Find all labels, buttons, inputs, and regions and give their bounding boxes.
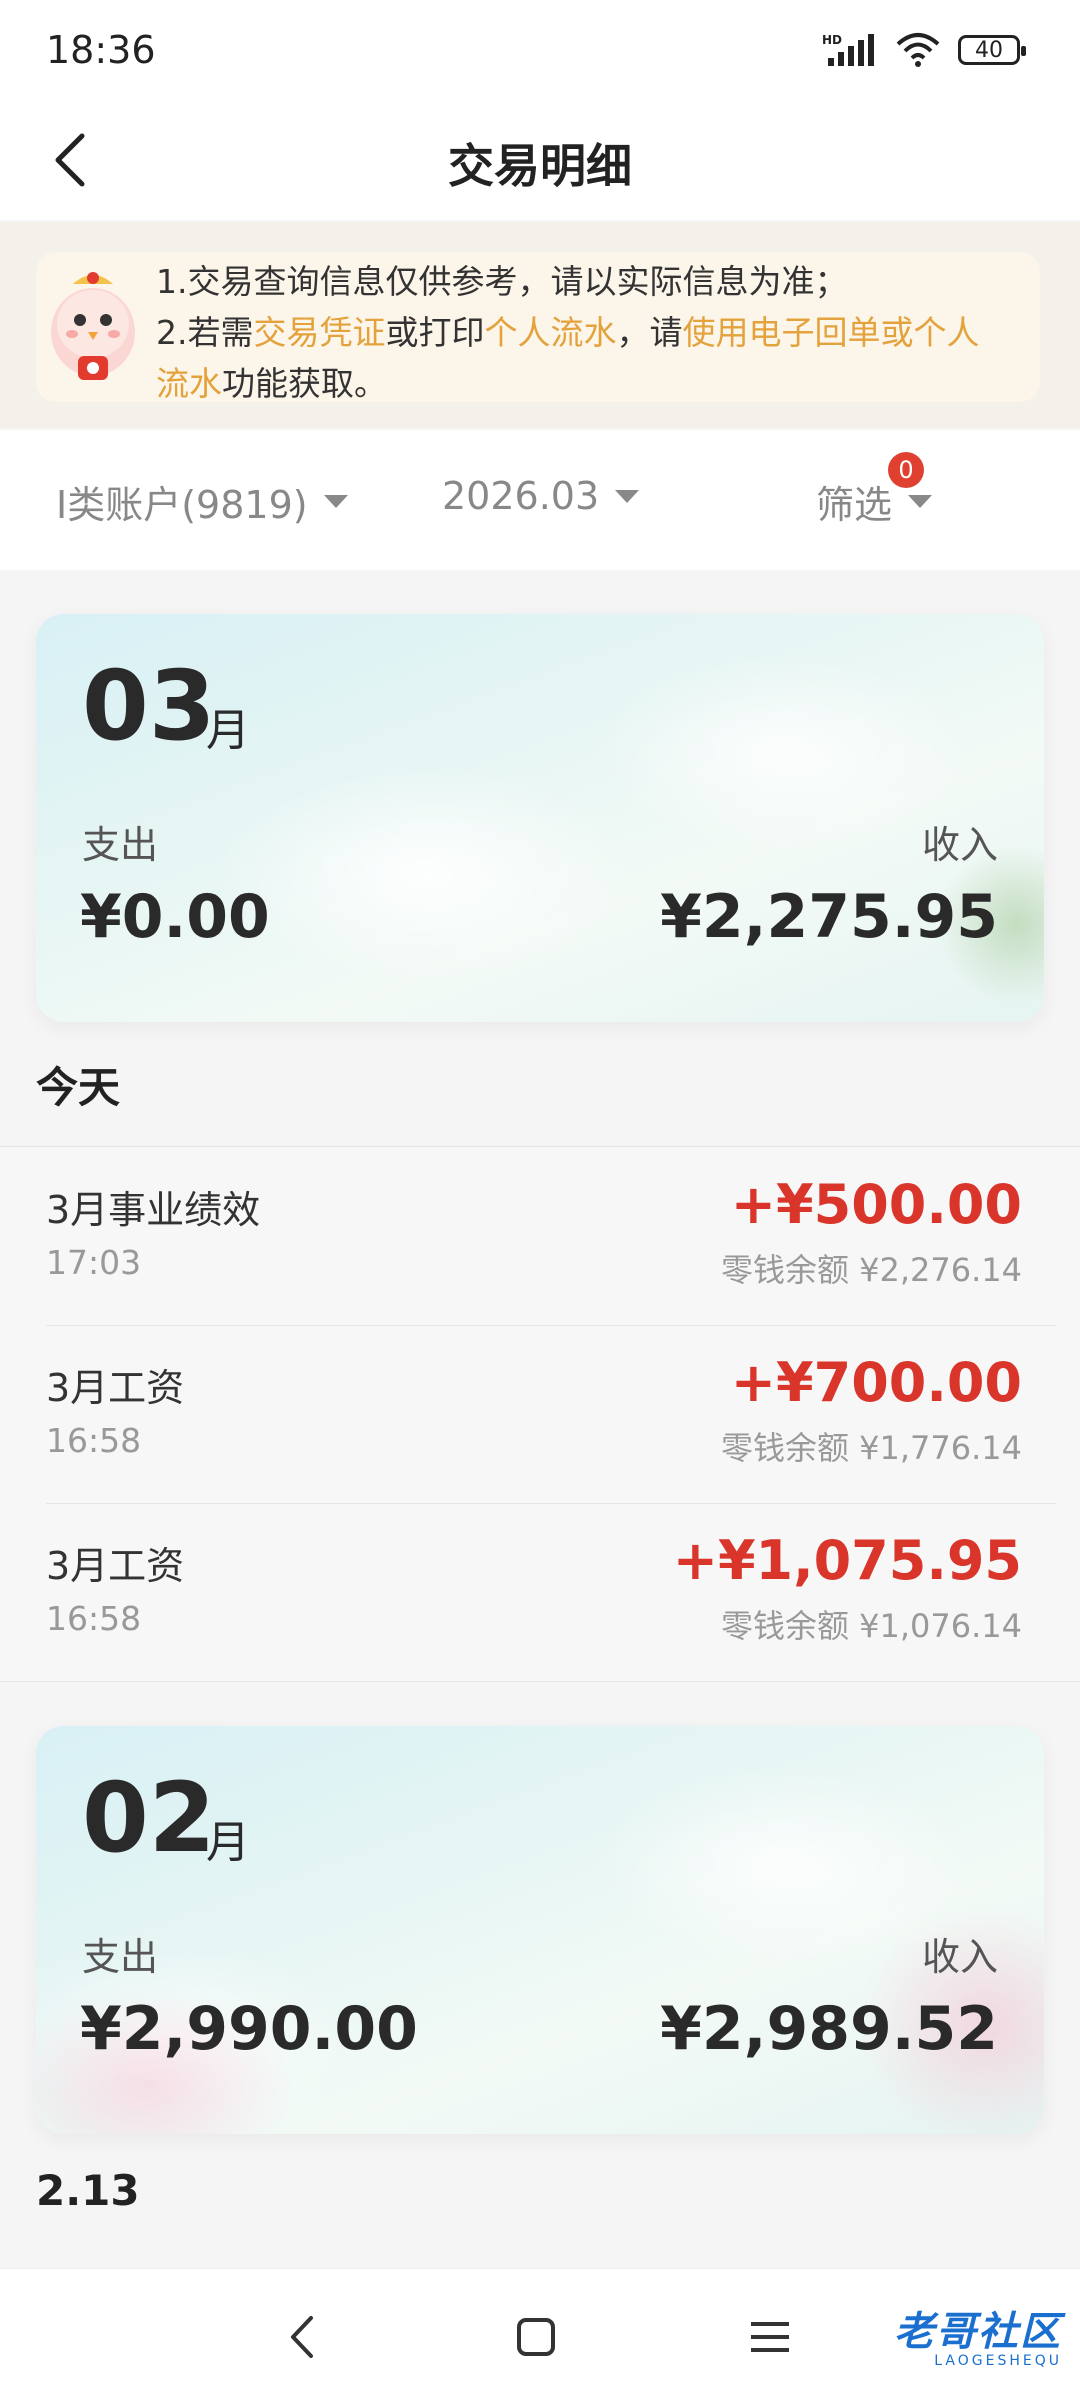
notice-text-part: 功能获取。 [222,364,387,403]
mascot-icon [51,272,135,380]
transaction-row[interactable]: 3月工资 16:58 +¥700.00 零钱余额 ¥1,776.14 [46,1325,1056,1503]
month-label: 2026.03 [442,474,600,518]
battery-level: 40 [975,37,1003,63]
nav-back-button[interactable] [262,2299,342,2375]
date-group-label: 2.13 [36,2166,140,2215]
expense-label: 支出 [82,823,159,867]
transaction-list: 3月事业绩效 17:03 +¥500.00 零钱余额 ¥2,276.14 3月工… [0,1146,1080,1682]
transaction-name: 3月事业绩效 [46,1188,261,1232]
notice-line-3: 流水功能获取。 [156,358,1036,409]
month-selector[interactable]: 2026.03 [442,474,640,518]
voucher-link[interactable]: 交易凭证 [254,313,386,352]
filter-count-badge: 0 [888,452,924,488]
caret-down-icon [615,489,640,503]
income-amount: ¥2,275.95 [660,882,998,952]
watermark-subtext: LAOGESHEQU [934,2353,1062,2369]
month-unit: 月 [206,705,250,756]
income-label: 收入 [921,823,998,867]
month-number: 02 [82,1762,216,1874]
transaction-amount: +¥1,075.95 [672,1529,1022,1592]
month-unit: 月 [206,1817,250,1868]
menu-icon [751,2322,789,2352]
transaction-time: 17:03 [46,1243,142,1282]
status-time: 18:36 [46,28,156,72]
notice-line-1: 1.交易查询信息仅供参考，请以实际信息为准； [156,262,848,301]
home-icon [517,2318,555,2356]
transaction-balance: 零钱余额 ¥1,076.14 [720,1607,1022,1645]
notice-text-part: ，请 [616,313,683,352]
battery-icon: 40 [958,35,1026,65]
transaction-amount: +¥700.00 [730,1351,1022,1414]
system-nav-bar: 老哥社区 LAOGESHEQU [0,2268,1080,2401]
income-amount: ¥2,989.52 [660,1994,998,2064]
watermark-text: 老哥社区 [894,2309,1062,2355]
nav-home-button[interactable] [496,2299,576,2375]
caret-down-icon [908,495,933,508]
card-decoration [596,654,976,854]
status-icons: HD 40 [822,32,1026,68]
statement-link[interactable]: 个人流水 [485,313,617,352]
transaction-name: 3月工资 [46,1544,185,1588]
status-bar: 18:36 HD 40 [0,0,1080,100]
svg-text:HD: HD [822,33,842,47]
transaction-time: 16:58 [46,1599,142,1638]
notice-box: 1.交易查询信息仅供参考，请以实际信息为准； 2.若需交易凭证或打印个人流水，请… [36,252,1040,403]
expense-amount: ¥2,990.00 [80,1994,418,2064]
wifi-icon [896,33,940,67]
notice-banner: 1.交易查询信息仅供参考，请以实际信息为准； 2.若需交易凭证或打印个人流水，请… [0,222,1080,428]
transaction-time: 16:58 [46,1421,142,1460]
filter-bar: I类账户(9819) 2026.03 筛选 [0,430,1080,570]
filter-label: 筛选 [816,483,893,527]
date-group-label: 今天 [36,1063,121,1112]
month-summary-card: 03 月 支出 收入 ¥0.00 ¥2,275.95 [36,614,1044,1022]
notice-text: 1.交易查询信息仅供参考，请以实际信息为准； 2.若需交易凭证或打印个人流水，请… [156,256,1036,409]
month-summary-card: 02 月 支出 收入 ¥2,990.00 ¥2,989.52 [36,1726,1044,2134]
transaction-balance: 零钱余额 ¥1,776.14 [720,1429,1022,1467]
header: 交易明细 [0,100,1080,220]
nav-menu-button[interactable] [730,2299,810,2375]
account-label: I类账户(9819) [56,483,308,527]
month-number: 03 [82,650,216,762]
transaction-balance: 零钱余额 ¥2,276.14 [720,1251,1022,1289]
transaction-row[interactable]: 3月工资 16:58 +¥1,075.95 零钱余额 ¥1,076.14 [46,1503,1056,1681]
signal-icon: HD [822,33,874,66]
account-selector[interactable]: I类账户(9819) [56,474,348,529]
notice-text-part: 2.若需 [156,313,254,352]
e-receipt-link-cont[interactable]: 流水 [156,364,222,403]
transaction-name: 3月工资 [46,1366,185,1410]
transaction-amount: +¥500.00 [730,1173,1022,1236]
notice-text-part: 或打印 [385,313,485,352]
watermark-logo: 老哥社区 LAOGESHEQU [894,2299,1062,2369]
expense-label: 支出 [82,1935,159,1979]
back-icon [291,2316,313,2358]
notice-line-2: 2.若需交易凭证或打印个人流水，请使用电子回单或个人 [156,307,1036,358]
income-label: 收入 [921,1935,998,1979]
transaction-row[interactable]: 3月事业绩效 17:03 +¥500.00 零钱余额 ¥2,276.14 [46,1147,1056,1325]
expense-amount: ¥0.00 [80,882,270,952]
card-decoration [216,764,636,984]
page-title: 交易明细 [448,139,632,193]
caret-down-icon [323,495,348,508]
e-receipt-link[interactable]: 使用电子回单或个人 [683,313,980,352]
